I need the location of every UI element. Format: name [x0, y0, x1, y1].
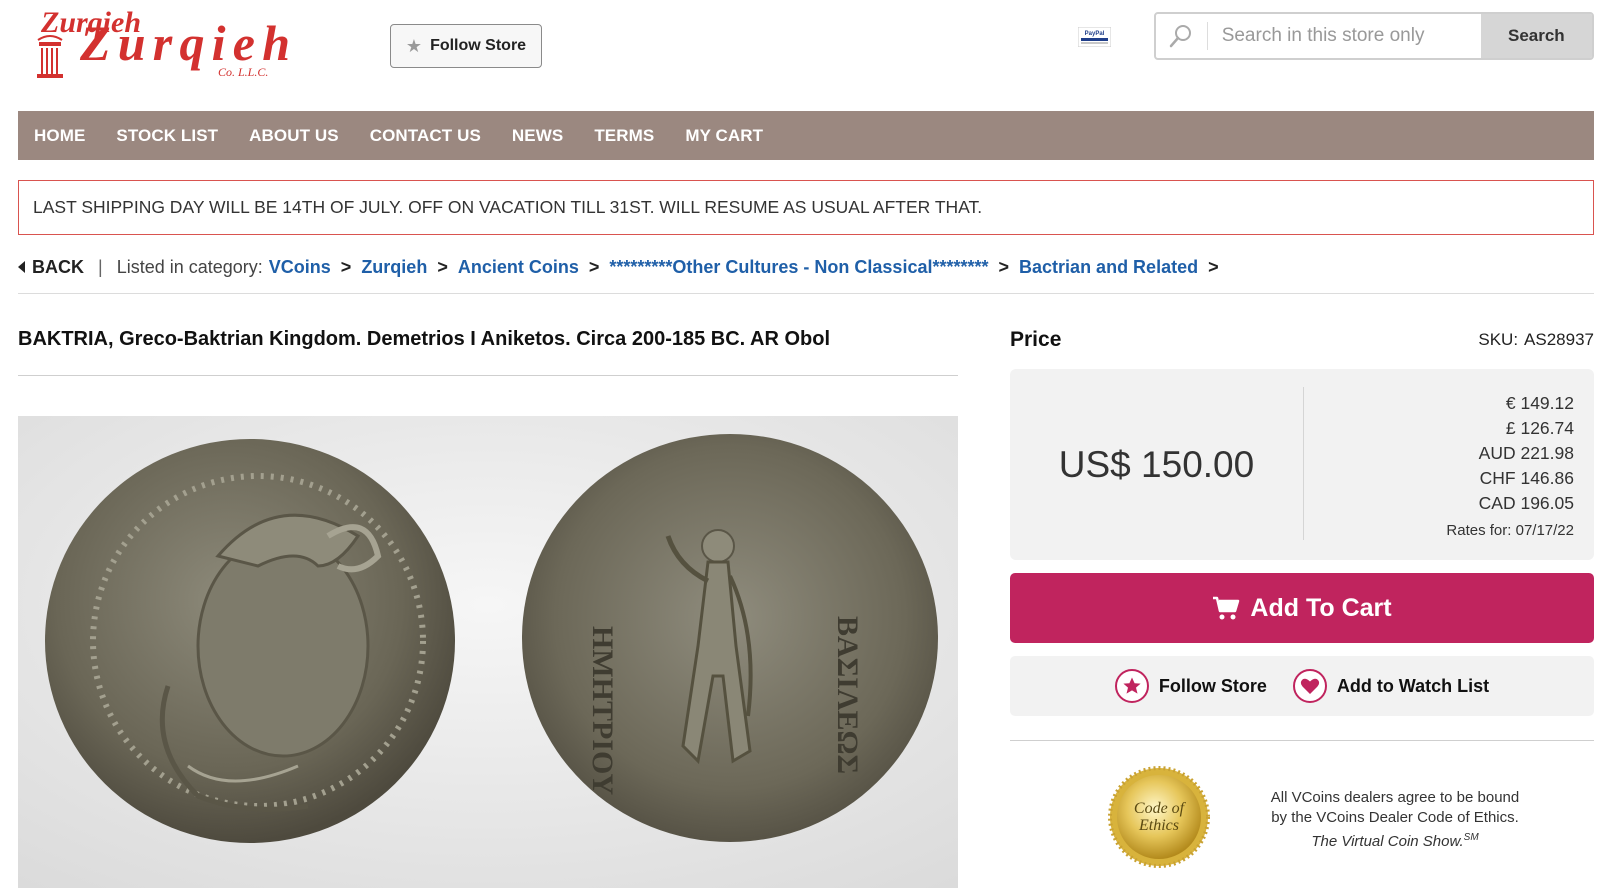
code-of-ethics-seal[interactable]: Code of Ethics	[1108, 766, 1210, 868]
product-image[interactable]: ΗΜΗΤΡΙΟΥ ΒΑΣΙΛΕΩΣ	[18, 416, 958, 888]
divider	[18, 293, 1594, 294]
price-eur: € 149.12	[1505, 393, 1574, 413]
coin-obverse	[45, 439, 455, 843]
sku-value: AS28937	[1524, 330, 1594, 349]
breadcrumb-divider: |	[98, 256, 103, 277]
svg-text:Code of: Code of	[1134, 800, 1187, 817]
breadcrumb: BACK | Listed in category: VCoins > Zurq…	[18, 254, 1229, 280]
follow-store-button-top[interactable]: ★ Follow Store	[390, 24, 542, 68]
price-gbp: £ 126.74	[1505, 418, 1574, 438]
divider	[18, 375, 958, 376]
add-to-watch-list-button[interactable]: Add to Watch List	[1292, 669, 1490, 703]
divider	[1010, 740, 1594, 741]
paypal-icon: PayPal	[1078, 27, 1111, 47]
nav-news[interactable]: NEWS	[512, 126, 563, 146]
nav-contact-us[interactable]: CONTACT US	[370, 126, 481, 146]
follow-store-button[interactable]: Follow Store	[1114, 669, 1267, 703]
price-heading: Price	[1010, 328, 1062, 351]
price-cad: CAD 196.05	[1478, 493, 1574, 513]
price-chf: CHF 146.86	[1479, 468, 1574, 488]
svg-text:Ethics: Ethics	[1138, 817, 1179, 834]
star-icon	[1114, 669, 1149, 703]
breadcrumb-other-cultures[interactable]: *********Other Cultures - Non Classical*…	[609, 257, 988, 278]
svg-text:ΒΑΣΙΛΕΩΣ: ΒΑΣΙΛΕΩΣ	[831, 616, 864, 774]
back-label: BACK	[32, 256, 84, 277]
svg-text:ΗΜΗΤΡΙΟΥ: ΗΜΗΤΡΙΟΥ	[586, 626, 619, 796]
currency-conversions: € 149.12 £ 126.74 AUD 221.98 CHF 146.86 …	[1446, 391, 1574, 543]
ethics-line-2: by the VCoins Dealer Code of Ethics.	[1271, 809, 1519, 826]
star-icon: ★	[405, 35, 423, 56]
divider	[1303, 387, 1304, 540]
breadcrumb-arrow: >	[340, 256, 352, 277]
follow-watch-bar: Follow Store Add to Watch List	[1010, 656, 1594, 716]
follow-store-label: Follow Store	[1158, 675, 1267, 696]
breadcrumb-arrow: >	[1208, 256, 1219, 277]
add-to-cart-button[interactable]: Add To Cart	[1010, 573, 1594, 643]
virtual-coin-show: The Virtual Coin Show.SM	[1311, 832, 1479, 850]
breadcrumb-bactrian[interactable]: Bactrian and Related	[1019, 257, 1198, 278]
site-header: Zurqieh Zurqieh Co. L.L.C. ★ Follow Stor…	[0, 0, 1600, 110]
store-logo[interactable]: Zurqieh Zurqieh Co. L.L.C.	[30, 2, 300, 84]
search-icon[interactable]	[1156, 22, 1208, 50]
cart-icon	[1213, 596, 1240, 620]
nav-terms[interactable]: TERMS	[594, 126, 654, 146]
price-aud: AUD 221.98	[1478, 443, 1574, 463]
logo-subtext: Co. L.L.C.	[218, 65, 268, 79]
nav-home[interactable]: HOME	[34, 126, 85, 146]
ethics-line-1: All VCoins dealers agree to be bound	[1270, 789, 1520, 806]
nav-stock-list[interactable]: STOCK LIST	[116, 126, 218, 146]
breadcrumb-arrow: >	[588, 256, 600, 277]
product-title: BAKTRIA, Greco-Baktrian Kingdom. Demetri…	[18, 328, 831, 350]
rates-date: Rates for: 07/17/22	[1446, 522, 1574, 539]
follow-store-label: Follow Store	[430, 37, 527, 54]
back-link[interactable]: BACK	[18, 257, 84, 278]
search-bar: Search	[1154, 12, 1594, 60]
search-input[interactable]	[1207, 14, 1481, 58]
ethics-statement: All VCoins dealers agree to be bound by …	[1240, 788, 1550, 852]
add-to-watch-label: Add to Watch List	[1336, 675, 1490, 696]
svg-text:PayPal: PayPal	[1085, 31, 1105, 37]
nav-about-us[interactable]: ABOUT US	[249, 126, 339, 146]
breadcrumb-zurqieh[interactable]: Zurqieh	[361, 257, 427, 278]
price-usd: US$ 150.00	[1058, 443, 1255, 485]
search-button[interactable]: Search	[1480, 14, 1592, 58]
breadcrumb-ancient-coins[interactable]: Ancient Coins	[458, 257, 579, 278]
heart-icon	[1292, 669, 1327, 703]
coin-reverse: ΗΜΗΤΡΙΟΥ ΒΑΣΙΛΕΩΣ	[522, 434, 938, 842]
shipping-notice: LAST SHIPPING DAY WILL BE 14TH OF JULY. …	[18, 180, 1594, 235]
breadcrumb-arrow: >	[437, 256, 448, 277]
breadcrumb-vcoins[interactable]: VCoins	[269, 257, 331, 278]
price-box: US$ 150.00 € 149.12 £ 126.74 AUD 221.98 …	[1010, 369, 1594, 560]
sku-label: SKU:	[1478, 330, 1519, 349]
add-to-cart-label: Add To Cart	[1250, 593, 1392, 622]
breadcrumb-prefix: Listed in category:	[116, 256, 263, 277]
breadcrumb-arrow: >	[998, 256, 1010, 277]
sku: SKU: AS28937	[1478, 330, 1594, 350]
nav-my-cart[interactable]: MY CART	[685, 126, 763, 146]
main-nav: HOME STOCK LIST ABOUT US CONTACT US NEWS…	[18, 111, 1594, 160]
caret-left-icon	[18, 261, 25, 273]
